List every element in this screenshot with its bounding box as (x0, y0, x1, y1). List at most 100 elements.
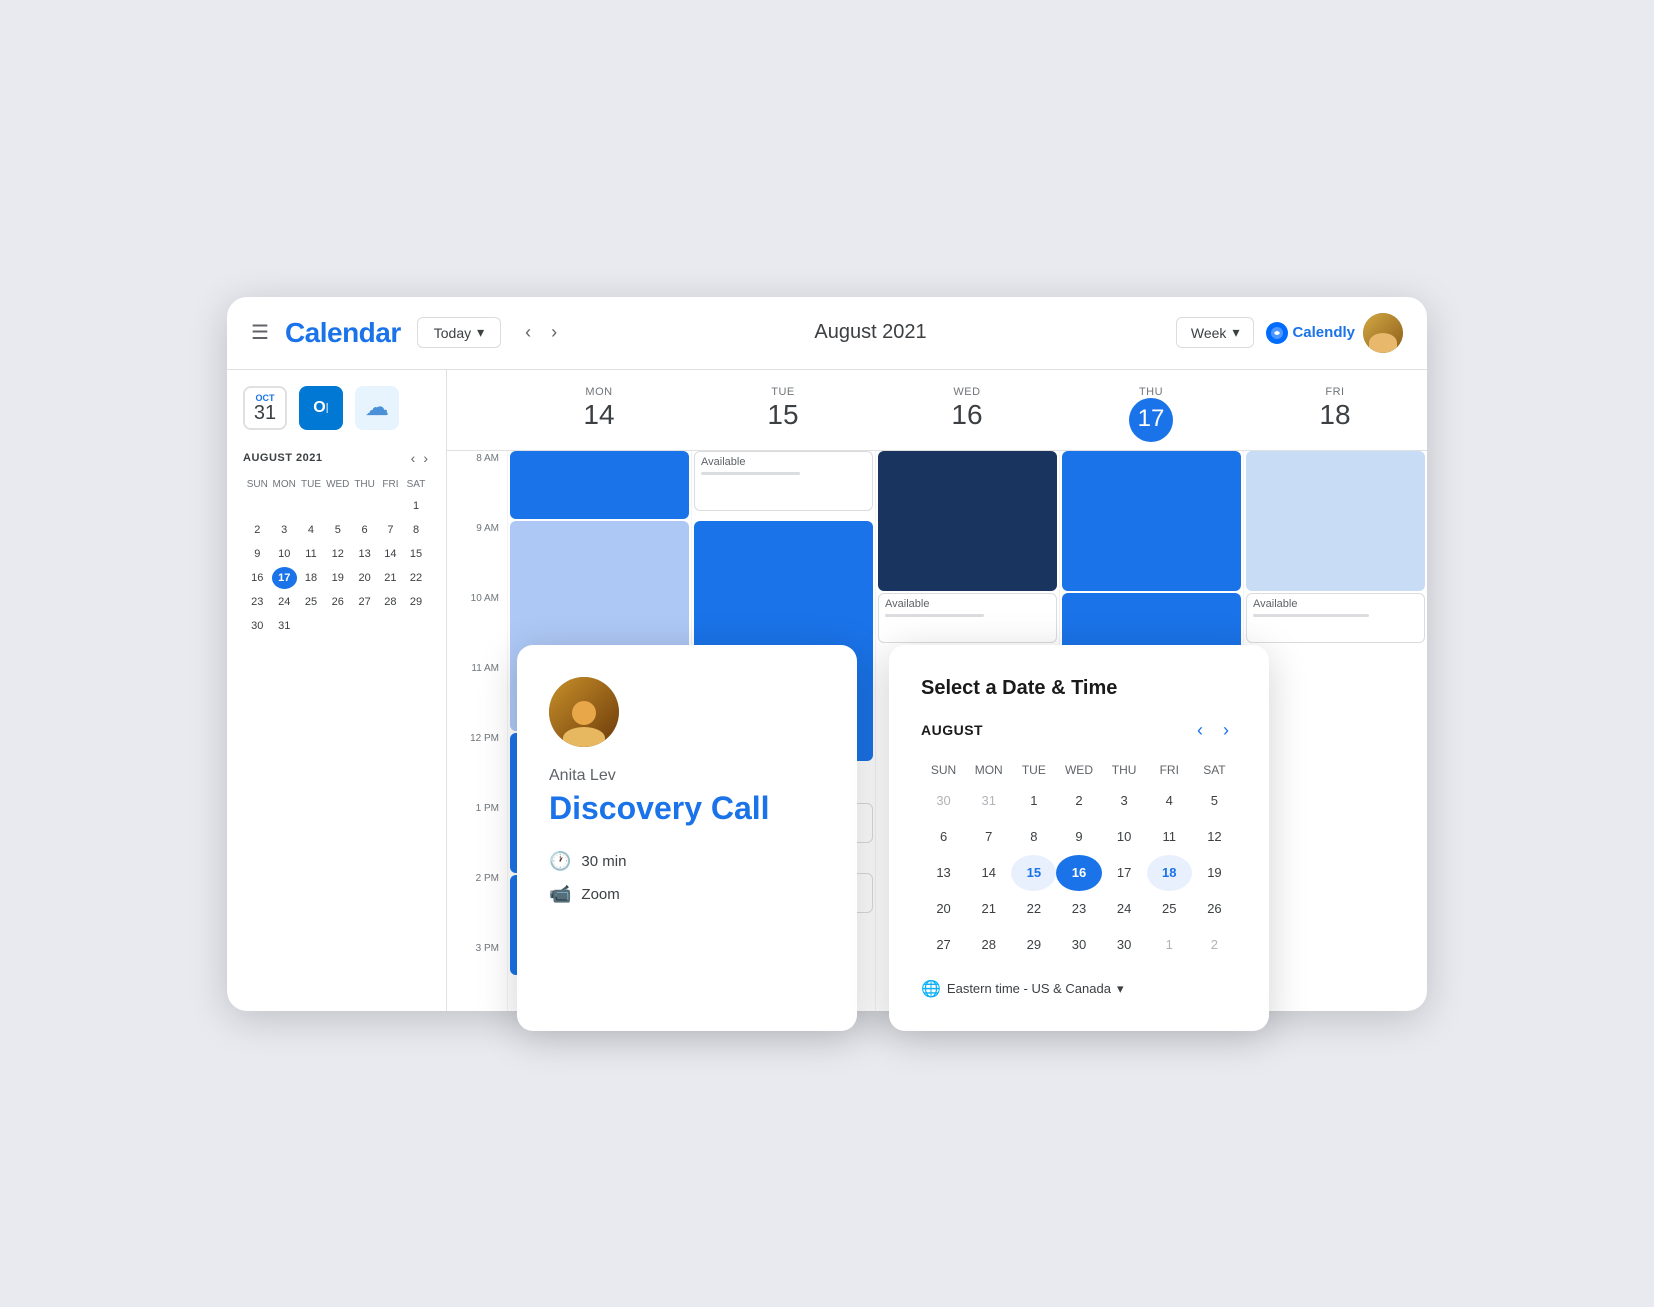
hamburger-icon[interactable]: ☰ (251, 320, 269, 345)
mini-date[interactable]: 30 (245, 615, 270, 637)
dt-date[interactable]: 25 (1147, 891, 1192, 927)
prev-arrow[interactable]: ‹ (517, 318, 539, 347)
today-button[interactable]: Today ▾ (417, 317, 501, 348)
dt-date[interactable]: 5 (1192, 783, 1237, 819)
mini-date[interactable]: 18 (299, 567, 323, 589)
mini-date[interactable] (404, 615, 428, 637)
dt-date[interactable]: 7 (966, 819, 1011, 855)
event-wed-1[interactable] (878, 451, 1057, 591)
dt-date[interactable]: 22 (1011, 891, 1056, 927)
dt-date[interactable]: 31 (966, 783, 1011, 819)
mini-date[interactable] (299, 615, 323, 637)
icloud-icon[interactable]: ☁ (355, 386, 399, 430)
mini-date[interactable]: 12 (325, 543, 350, 565)
mini-date[interactable]: 14 (379, 543, 402, 565)
mini-date[interactable]: 20 (352, 567, 376, 589)
mini-next-btn[interactable]: › (421, 450, 430, 466)
mini-prev-btn[interactable]: ‹ (409, 450, 418, 466)
mini-date[interactable]: 7 (379, 519, 402, 541)
dt-date[interactable]: 21 (966, 891, 1011, 927)
mini-date[interactable]: 29 (404, 591, 428, 613)
dt-date[interactable]: 30 (1102, 927, 1147, 963)
dt-date[interactable]: 8 (1011, 819, 1056, 855)
mini-date[interactable] (379, 495, 402, 517)
mini-date[interactable]: 23 (245, 591, 270, 613)
dt-date[interactable]: 3 (1102, 783, 1147, 819)
dt-date[interactable]: 20 (921, 891, 966, 927)
user-avatar[interactable] (1363, 313, 1403, 353)
dt-date-selected[interactable]: 16 (1056, 855, 1101, 891)
mini-date[interactable] (325, 615, 350, 637)
mini-date[interactable]: 2 (245, 519, 270, 541)
event-fri-available[interactable]: Available (1246, 593, 1425, 643)
event-wed-available[interactable]: Available (878, 593, 1057, 643)
mini-date[interactable]: 19 (325, 567, 350, 589)
mini-date[interactable]: 10 (272, 543, 297, 565)
mini-date[interactable] (352, 615, 376, 637)
mini-date[interactable]: 1 (404, 495, 428, 517)
dt-date[interactable]: 6 (921, 819, 966, 855)
dt-date[interactable]: 11 (1147, 819, 1192, 855)
mini-date[interactable]: 11 (299, 543, 323, 565)
mini-date[interactable]: 22 (404, 567, 428, 589)
dt-date[interactable]: 9 (1056, 819, 1101, 855)
mini-date-today[interactable]: 17 (272, 567, 297, 589)
mini-date[interactable]: 24 (272, 591, 297, 613)
dt-date-highlighted[interactable]: 18 (1147, 855, 1192, 891)
mini-date[interactable]: 26 (325, 591, 350, 613)
dt-date[interactable]: 17 (1102, 855, 1147, 891)
dt-date[interactable]: 19 (1192, 855, 1237, 891)
dt-date[interactable]: 1 (1147, 927, 1192, 963)
dt-date[interactable]: 23 (1056, 891, 1101, 927)
event-thu-1[interactable] (1062, 451, 1241, 591)
dt-date[interactable]: 2 (1056, 783, 1101, 819)
event-mon-1[interactable] (510, 451, 689, 519)
dt-date[interactable]: 24 (1102, 891, 1147, 927)
mini-date[interactable]: 9 (245, 543, 270, 565)
mini-date[interactable]: 21 (379, 567, 402, 589)
dt-date-today[interactable]: 15 (1011, 855, 1056, 891)
mini-date[interactable]: 31 (272, 615, 297, 637)
dt-date[interactable]: 2 (1192, 927, 1237, 963)
dt-date[interactable]: 30 (1056, 927, 1101, 963)
mini-date[interactable]: 8 (404, 519, 428, 541)
mini-date[interactable]: 16 (245, 567, 270, 589)
week-button[interactable]: Week ▾ (1176, 317, 1255, 348)
mini-date[interactable]: 27 (352, 591, 376, 613)
mini-date[interactable] (352, 495, 376, 517)
dt-date[interactable]: 26 (1192, 891, 1237, 927)
dt-date[interactable]: 1 (1011, 783, 1056, 819)
mini-date[interactable]: 6 (352, 519, 376, 541)
video-icon: 📹 (549, 884, 571, 905)
outlook-icon[interactable]: O l (299, 386, 343, 430)
mini-date[interactable]: 4 (299, 519, 323, 541)
mini-date[interactable]: 15 (404, 543, 428, 565)
dt-date[interactable]: 29 (1011, 927, 1056, 963)
dt-prev-btn[interactable]: ‹ (1189, 716, 1211, 745)
mini-date[interactable]: 25 (299, 591, 323, 613)
mini-date[interactable]: 28 (379, 591, 402, 613)
next-arrow[interactable]: › (543, 318, 565, 347)
dt-date[interactable]: 10 (1102, 819, 1147, 855)
mini-date[interactable] (325, 495, 350, 517)
mini-date[interactable] (379, 615, 402, 637)
dt-next-btn[interactable]: › (1215, 716, 1237, 745)
dt-date[interactable]: 12 (1192, 819, 1237, 855)
timezone-row[interactable]: 🌐 Eastern time - US & Canada ▾ (921, 979, 1237, 999)
event-tue-available-1[interactable]: Available (694, 451, 873, 511)
mini-date[interactable] (245, 495, 270, 517)
mini-date[interactable]: 3 (272, 519, 297, 541)
gcal-icon[interactable]: OCT 31 (243, 386, 287, 430)
dt-date[interactable]: 14 (966, 855, 1011, 891)
mini-date[interactable]: 5 (325, 519, 350, 541)
dt-date[interactable]: 13 (921, 855, 966, 891)
dt-date[interactable]: 30 (921, 783, 966, 819)
mini-date[interactable]: 13 (352, 543, 376, 565)
event-fri-1[interactable] (1246, 451, 1425, 591)
mini-date[interactable] (272, 495, 297, 517)
dt-nav: ‹ › (1189, 716, 1237, 745)
dt-date[interactable]: 28 (966, 927, 1011, 963)
dt-date[interactable]: 4 (1147, 783, 1192, 819)
dt-date[interactable]: 27 (921, 927, 966, 963)
mini-date[interactable] (299, 495, 323, 517)
